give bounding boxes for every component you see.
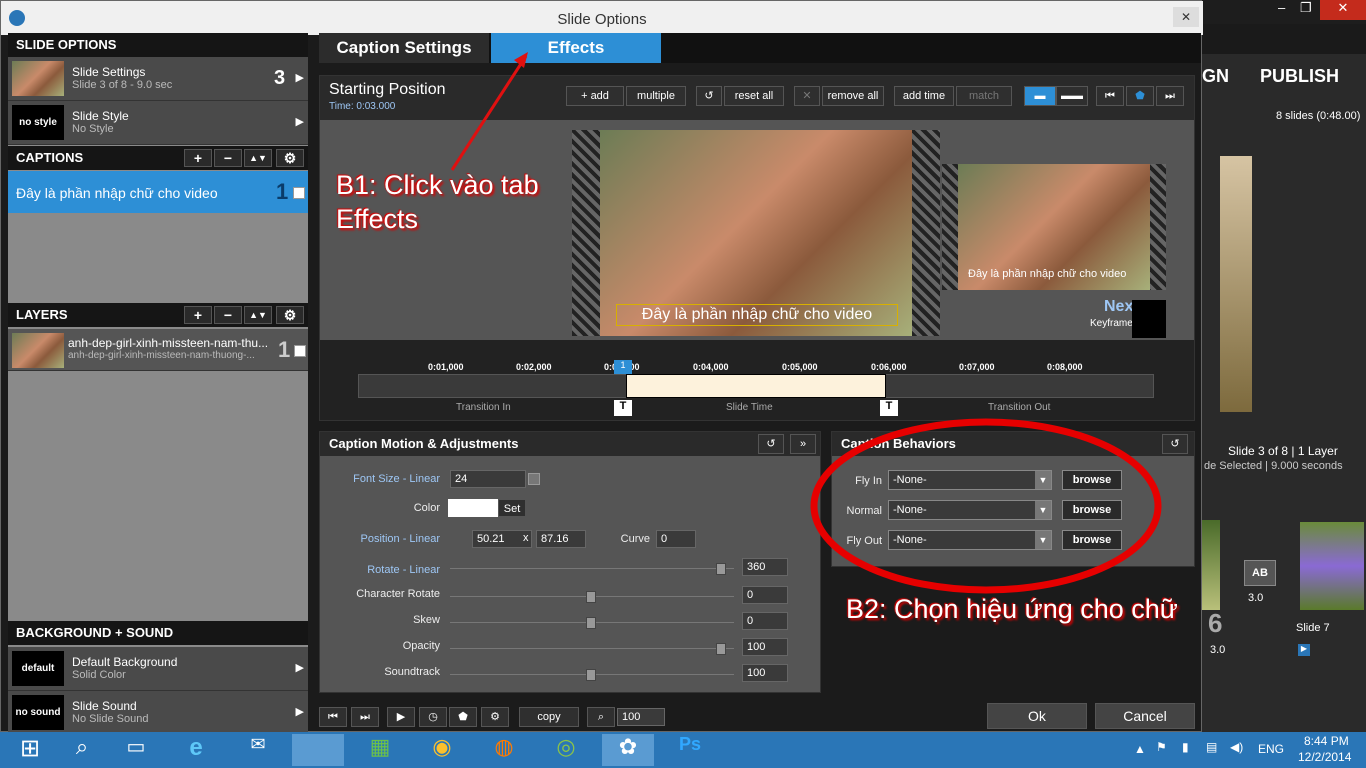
- flag-icon[interactable]: ⚑: [1156, 740, 1167, 754]
- clock-date[interactable]: 12/2/2014: [1298, 750, 1351, 764]
- windows-start-icon[interactable]: ⊞: [4, 734, 56, 766]
- clock-time[interactable]: 8:44 PM: [1304, 734, 1349, 748]
- taskbar: ⊞ ⌕ ▭ e ✉ ▦ ◉ ◍ ◎ ✿ Ps ▲ ⚑ ▮ ▤ ◀) ENG 8:…: [0, 732, 1366, 768]
- language-indicator[interactable]: ENG: [1258, 742, 1284, 756]
- store-icon[interactable]: ▦: [354, 734, 406, 766]
- photoshop-icon[interactable]: Ps: [664, 734, 716, 766]
- proshow-icon[interactable]: ✿: [602, 734, 654, 766]
- unikey-icon[interactable]: ✉: [232, 734, 284, 766]
- annotation-b2: B2: Chọn hiệu ứng cho chữ: [846, 594, 1178, 624]
- search-icon[interactable]: ⌕: [56, 734, 108, 766]
- file-explorer-icon[interactable]: [292, 734, 344, 766]
- task-view-icon[interactable]: ▭: [110, 734, 162, 766]
- tray-up-icon[interactable]: ▲: [1134, 742, 1146, 756]
- battery-icon[interactable]: ▮: [1182, 740, 1189, 754]
- annotation-circle: [810, 418, 1162, 594]
- ie-icon[interactable]: e: [170, 734, 222, 766]
- annotation-b1: B1: Click vào tab Effects: [336, 170, 539, 234]
- firefox-icon[interactable]: ◍: [478, 734, 530, 766]
- coccoc-icon[interactable]: ◎: [540, 734, 592, 766]
- annotation-arrow: [450, 55, 528, 171]
- network-icon[interactable]: ▤: [1206, 740, 1217, 754]
- arrow-head-icon: [514, 52, 528, 68]
- chrome-icon[interactable]: ◉: [416, 734, 468, 766]
- volume-icon[interactable]: ◀): [1230, 740, 1243, 754]
